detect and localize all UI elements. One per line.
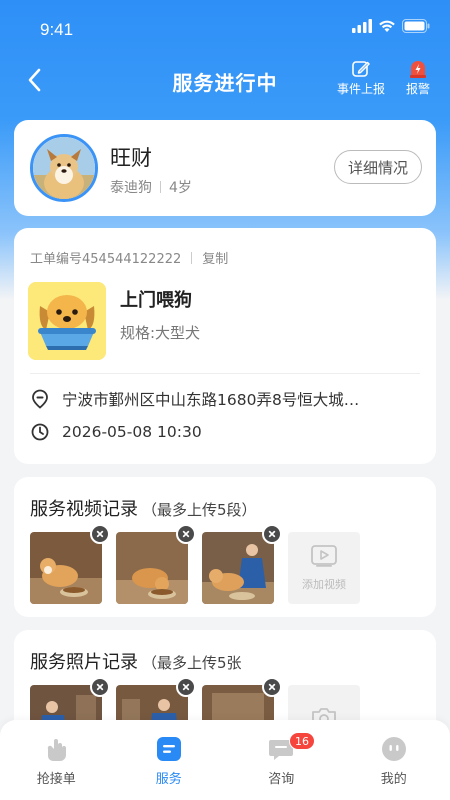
order-card: 工单编号454544122222 复制 上门喂狗 规格:大型犬 宁波市鄞州区中山… [14,228,436,464]
unread-badge: 16 [289,732,315,750]
tab-label: 抢接单 [36,772,76,787]
service-address: 宁波市鄞州区中山东路1680弄8号恒大城… [62,391,360,409]
close-icon [182,530,190,538]
close-icon [182,683,190,691]
order-number-row: 工单编号454544122222 复制 [30,248,228,267]
report-event-label: 事件上报 [337,82,386,96]
video-record-card: 服务视频记录 （最多上传5段） 添加视频 [14,477,436,617]
service-icon [156,737,181,761]
video-record-title: 服务视频记录 （最多上传5段） [30,495,257,521]
delete-video-button[interactable] [262,524,282,544]
service-title: 上门喂狗 [120,290,192,311]
order-divider [191,251,193,264]
delete-photo-button[interactable] [90,677,110,697]
meta-divider [160,181,161,193]
add-video-label: 添加视频 [302,577,346,591]
delete-video-button[interactable] [90,524,110,544]
wifi-icon [379,20,395,32]
status-time: 9:41 [40,20,74,39]
video-add-icon [311,544,337,567]
bottom-tab-bar: 抢接单 服务 咨询 16 我的 [0,720,450,800]
clock-icon [31,423,49,441]
location-pin-icon [32,389,48,409]
pet-card: 旺财 泰迪狗 4岁 详细情况 [14,120,436,216]
video-thumbnail[interactable] [30,524,110,604]
dog-feeding-illustration [28,282,106,360]
delete-photo-button[interactable] [176,677,196,697]
service-image [28,282,106,360]
video-thumbnail[interactable] [116,524,196,604]
photo-record-title: 服务照片记录 （最多上传5张 [30,648,242,674]
battery-icon [402,19,430,33]
delete-video-button[interactable] [176,524,196,544]
address-row: 宁波市鄞州区中山东路1680弄8号恒大城… [30,388,359,410]
close-icon [96,530,104,538]
hand-icon [48,739,67,761]
tab-service[interactable]: 服务 [113,720,226,800]
service-datetime: 2026-05-08 10:30 [62,423,202,441]
delete-photo-button[interactable] [262,677,282,697]
signal-icon [352,19,372,33]
close-icon [268,683,276,691]
tab-label: 我的 [380,772,407,787]
order-number: 工单编号454544122222 [30,252,182,267]
copy-order-button[interactable]: 复制 [202,248,228,267]
add-video-button[interactable]: 添加视频 [288,532,360,604]
nav-bar: 服务进行中 事件上报 报警 [0,55,450,105]
pet-avatar [30,134,98,202]
pet-name: 旺财 [110,146,152,170]
video-thumbnail[interactable] [202,524,282,604]
video-record-heading: 服务视频记录 [30,499,138,520]
tab-consult[interactable]: 咨询 16 [225,720,338,800]
photo-record-heading: 服务照片记录 [30,652,138,673]
edit-icon [352,61,370,77]
report-event-button[interactable]: 事件上报 [337,58,385,97]
close-icon [96,683,104,691]
pet-meta: 泰迪狗 4岁 [110,177,192,197]
time-row: 2026-05-08 10:30 [30,422,202,442]
tab-grab-orders[interactable]: 抢接单 [0,720,113,800]
photo-record-hint: （最多上传5张 [142,654,242,672]
alarm-label: 报警 [406,82,431,96]
pet-breed: 泰迪狗 [110,180,152,196]
video-record-hint: （最多上传5段） [142,501,257,519]
status-icons [352,19,430,33]
pet-age: 4岁 [169,180,192,196]
alarm-icon [410,61,426,78]
profile-icon [381,737,406,761]
tab-mine[interactable]: 我的 [338,720,450,800]
service-spec: 规格:大型犬 [120,324,201,342]
status-bar: 9:41 [0,0,450,50]
tab-label: 咨询 [268,772,295,787]
tab-label: 服务 [155,772,182,787]
video-thumbnails: 添加视频 [30,524,360,604]
order-divider-line [30,373,420,374]
pet-detail-button[interactable]: 详细情况 [334,150,422,184]
alarm-button[interactable]: 报警 [406,58,430,97]
close-icon [268,530,276,538]
